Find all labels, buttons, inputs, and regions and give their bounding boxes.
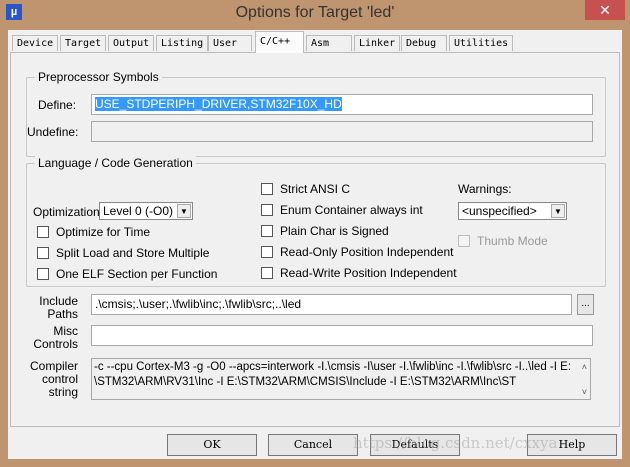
title-bar[interactable]: µ Options for Target 'led' ✕ (0, 0, 630, 28)
label-line: string (48, 385, 78, 399)
dialog-body: Device Target Output Listing User C/C++ … (8, 30, 622, 459)
tab-linker[interactable]: Linker (354, 35, 401, 51)
define-input[interactable]: USE_STDPERIPH_DRIVER,STM32F10X_HD (91, 94, 593, 115)
undefine-input[interactable] (91, 121, 593, 142)
label-line: Paths (47, 307, 78, 321)
compiler-line: \STM32\ARM\RV31\Inc -I E:\STM32\ARM\CMSI… (94, 376, 517, 388)
tab-asm[interactable]: Asm (306, 35, 352, 51)
tab-target[interactable]: Target (60, 35, 107, 51)
misc-controls-label: Misc Controls (21, 325, 78, 351)
strict-ansi-checkbox[interactable]: Strict ANSI C (261, 182, 350, 196)
language-group: Language / Code Generation Optimization:… (26, 156, 606, 287)
checkbox-label: Strict ANSI C (280, 182, 351, 196)
compiler-string-label: Compiler control string (21, 360, 78, 399)
checkbox-box (261, 246, 273, 258)
plain-char-signed-checkbox[interactable]: Plain Char is Signed (261, 224, 389, 238)
enum-container-checkbox[interactable]: Enum Container always int (261, 203, 423, 217)
checkbox-box (37, 226, 49, 238)
optimization-value: Level 0 (-O0) (103, 204, 174, 218)
checkbox-label: Split Load and Store Multiple (56, 246, 210, 260)
c-cpp-panel: Preprocessor Symbols Define: USE_STDPERI… (10, 52, 620, 427)
scroll-down-icon[interactable]: ˅ (582, 385, 587, 399)
checkbox-label: Plain Char is Signed (280, 224, 389, 238)
tab-utilities[interactable]: Utilities (449, 35, 514, 51)
checkbox-label: Optimize for Time (56, 225, 151, 239)
misc-controls-input[interactable] (91, 325, 593, 346)
warnings-value: <unspecified> (462, 204, 537, 218)
tab-debug[interactable]: Debug (401, 35, 447, 51)
preprocessor-title: Preprocessor Symbols (35, 70, 162, 84)
optimization-label: Optimization: (33, 205, 104, 219)
checkbox-box (261, 183, 273, 195)
chevron-down-icon: ▼ (551, 204, 565, 218)
checkbox-box (37, 268, 49, 280)
define-label: Define: (38, 98, 77, 112)
define-value: USE_STDPERIPH_DRIVER,STM32F10X_HD (95, 97, 342, 111)
label-line: Controls (33, 337, 78, 351)
checkbox-label: Read-Only Position Independent (280, 245, 454, 259)
checkbox-box (458, 235, 470, 247)
preprocessor-group: Preprocessor Symbols Define: USE_STDPERI… (26, 70, 606, 157)
compiler-line: -c --cpu Cortex-M3 -g -O0 --apcs=interwo… (94, 361, 572, 373)
watermark: https://blog.csdn.net/cxxya (353, 434, 558, 452)
checkbox-label: Read-Write Position Independent (280, 266, 457, 280)
chevron-down-icon: ▼ (177, 204, 191, 218)
checkbox-box (37, 247, 49, 259)
one-elf-section-checkbox[interactable]: One ELF Section per Function (37, 267, 217, 281)
optimization-select[interactable]: Level 0 (-O0) ▼ (99, 202, 193, 220)
tab-listing[interactable]: Listing (156, 35, 209, 51)
browse-include-button[interactable]: ... (577, 294, 594, 315)
include-paths-input[interactable]: .\cmsis;.\user;.\fwlib\inc;.\fwlib\src;.… (91, 294, 572, 315)
checkbox-label: One ELF Section per Function (56, 267, 218, 281)
split-load-store-checkbox[interactable]: Split Load and Store Multiple (37, 246, 209, 260)
thumb-mode-checkbox: Thumb Mode (458, 234, 548, 248)
window-title: Options for Target 'led' (235, 4, 395, 21)
tab-device[interactable]: Device (12, 35, 59, 51)
language-title: Language / Code Generation (35, 156, 196, 170)
close-button[interactable]: ✕ (585, 0, 625, 20)
warnings-select[interactable]: <unspecified> ▼ (458, 202, 567, 220)
scroll-up-icon[interactable]: ˄ (582, 360, 587, 375)
compiler-string-text[interactable]: -c --cpu Cortex-M3 -g -O0 --apcs=interwo… (91, 358, 591, 400)
cancel-button[interactable]: Cancel (268, 434, 358, 456)
tab-user[interactable]: User (208, 35, 252, 51)
ok-button[interactable]: OK (167, 434, 257, 456)
checkbox-box (261, 225, 273, 237)
ro-position-independent-checkbox[interactable]: Read-Only Position Independent (261, 245, 453, 259)
optimize-for-time-checkbox[interactable]: Optimize for Time (37, 225, 150, 239)
checkbox-box (261, 204, 273, 216)
tab-output[interactable]: Output (108, 35, 155, 51)
checkbox-box (261, 267, 273, 279)
undefine-label: Undefine: (27, 125, 79, 139)
checkbox-label: Enum Container always int (280, 203, 423, 217)
checkbox-label: Thumb Mode (477, 234, 548, 248)
tab-c-cpp[interactable]: C/C++ (255, 31, 304, 53)
warnings-label: Warnings: (458, 182, 512, 196)
rw-position-independent-checkbox[interactable]: Read-Write Position Independent (261, 266, 457, 280)
include-paths-label: Include Paths (21, 295, 78, 321)
